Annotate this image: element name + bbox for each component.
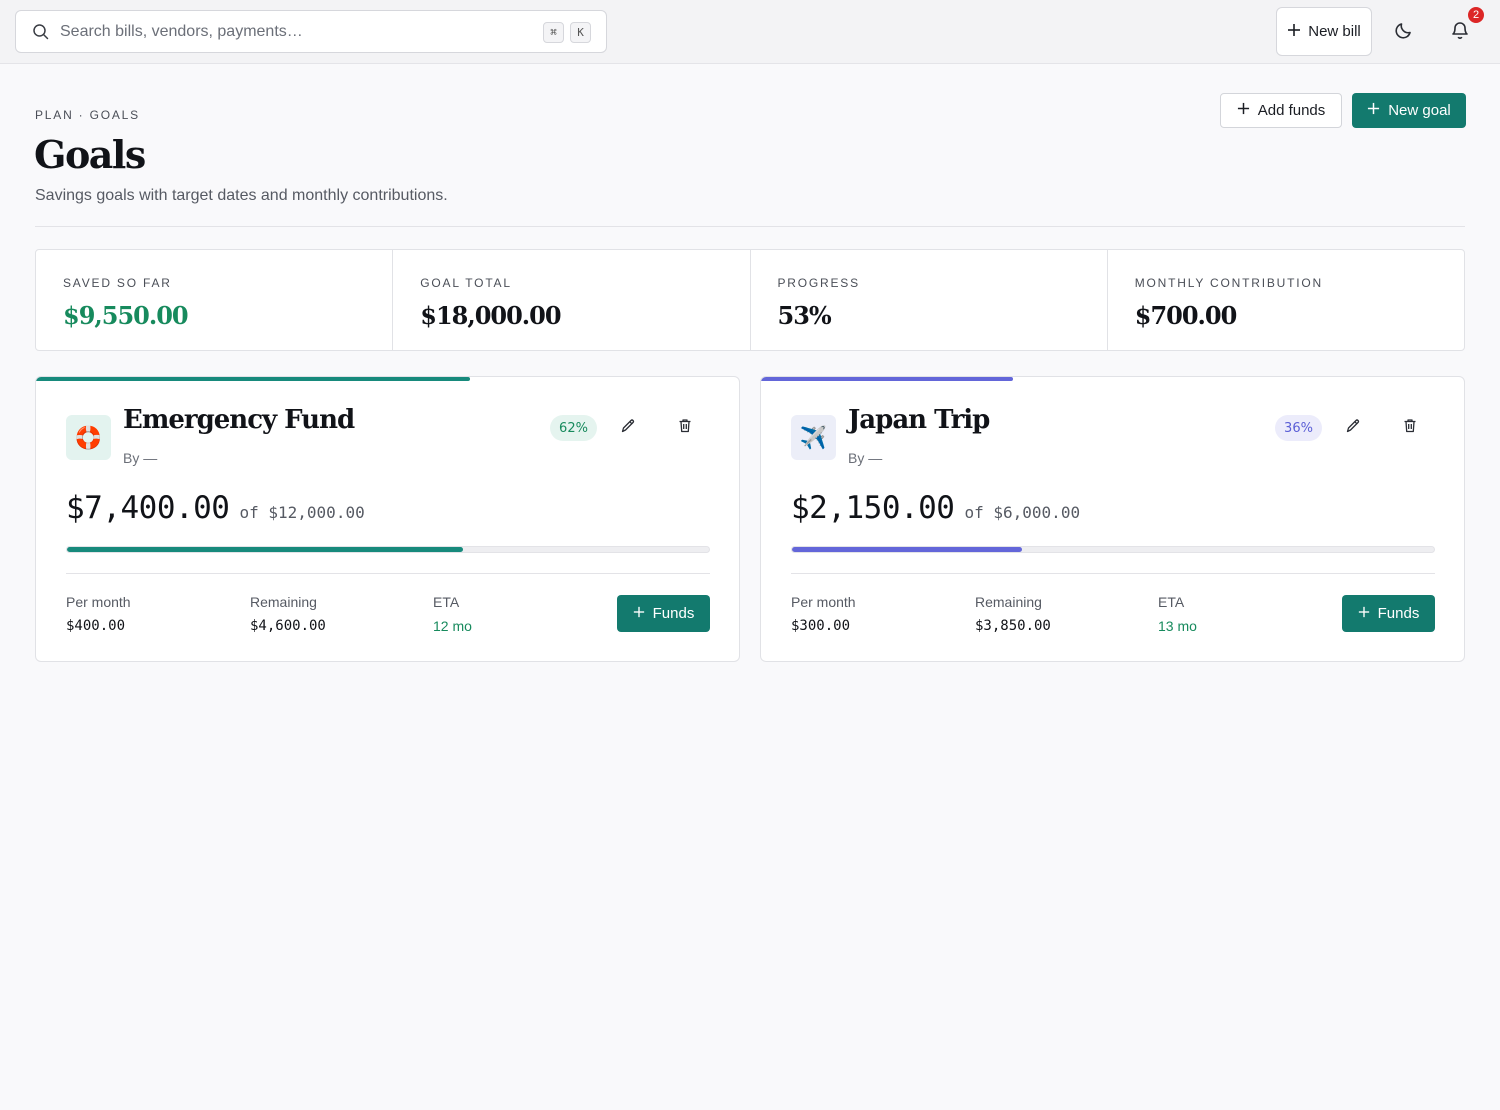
goal-name: Japan Trip [848, 405, 990, 435]
funds-label: Funds [652, 605, 695, 622]
progress-bar [791, 546, 1435, 553]
stat-label: PROGRESS [777, 276, 860, 290]
goal-card: ✈️ Japan Trip By — 36% $2,150.00 of $6,0… [760, 376, 1465, 662]
plus-icon [1367, 102, 1380, 119]
new-bill-button[interactable]: New bill [1276, 7, 1372, 56]
new-goal-button[interactable]: New goal [1352, 93, 1466, 128]
card-divider [791, 573, 1435, 574]
card-accent-bar [36, 377, 470, 381]
eta: ETA 13 mo [1158, 594, 1197, 634]
meta-value: 12 mo [433, 618, 472, 634]
meta-label: ETA [433, 594, 460, 610]
remaining: Remaining $4,600.00 [250, 594, 326, 634]
meta-value: $4,600.00 [250, 618, 326, 634]
stat-monthly-contribution: MONTHLY CONTRIBUTION $700.00 [1108, 250, 1464, 350]
add-funds-label: Add funds [1257, 102, 1326, 119]
trash-icon [678, 418, 692, 438]
meta-label: Per month [791, 594, 856, 610]
delete-goal-button[interactable] [674, 417, 696, 439]
meta-value: 13 mo [1158, 618, 1197, 634]
meta-value: $300.00 [791, 618, 851, 634]
funds-label: Funds [1377, 605, 1420, 622]
shortcut-key-k: K [570, 22, 591, 43]
shortcut-key-cmd: ⌘ [543, 22, 564, 43]
goal-card: 🛟 Emergency Fund By — 62% $7,400.00 of $… [35, 376, 740, 662]
meta-value: $3,850.00 [975, 618, 1051, 634]
add-funds-button[interactable]: Funds [617, 595, 710, 632]
eta: ETA 12 mo [433, 594, 472, 634]
meta-label: Per month [66, 594, 131, 610]
summary-stats: SAVED SO FAR $9,550.00 GOAL TOTAL $18,00… [35, 249, 1465, 351]
meta-label: Remaining [250, 594, 317, 610]
plus-icon [633, 605, 645, 622]
add-funds-button[interactable]: Add funds [1220, 93, 1342, 128]
stat-value: $700.00 [1134, 301, 1238, 330]
meta-label: Remaining [975, 594, 1042, 610]
pencil-icon [1345, 418, 1361, 439]
stat-value: $18,000.00 [420, 301, 561, 330]
search-icon [32, 23, 50, 41]
amount-row: $2,150.00 of $6,000.00 [791, 490, 1080, 526]
card-divider [66, 573, 710, 574]
stat-saved: SAVED SO FAR $9,550.00 [36, 250, 394, 350]
search-input[interactable] [60, 22, 520, 41]
per-month: Per month $400.00 [66, 594, 131, 634]
new-bill-label: New bill [1308, 23, 1361, 40]
trash-icon [1403, 418, 1417, 438]
progress-fill [792, 547, 1023, 552]
edit-goal-button[interactable] [617, 417, 639, 439]
target-amount: of $12,000.00 [239, 503, 365, 522]
meta-label: ETA [1158, 594, 1185, 610]
saved-amount: $7,400.00 [66, 490, 230, 526]
stat-label: GOAL TOTAL [420, 276, 512, 290]
moon-icon [1394, 20, 1414, 45]
target-amount: of $6,000.00 [964, 503, 1081, 522]
goal-target-date: By — [123, 450, 158, 466]
progress-fill [67, 547, 463, 552]
breadcrumb: PLAN · GOALS [35, 108, 140, 122]
amount-row: $7,400.00 of $12,000.00 [66, 490, 365, 526]
remaining: Remaining $3,850.00 [975, 594, 1051, 634]
percent-badge: 36% [1275, 415, 1322, 441]
edit-goal-button[interactable] [1342, 417, 1364, 439]
progress-bar [66, 546, 710, 553]
add-funds-button[interactable]: Funds [1342, 595, 1435, 632]
percent-badge: 62% [550, 415, 597, 441]
pencil-icon [620, 418, 636, 439]
card-accent-bar [761, 377, 1013, 381]
lifebuoy-icon: 🛟 [66, 415, 111, 460]
new-goal-label: New goal [1388, 102, 1451, 119]
stat-progress: PROGRESS 53% [751, 250, 1108, 350]
top-bar: ⌘ K New bill 2 [0, 0, 1500, 64]
plus-icon [1358, 605, 1370, 622]
stat-label: MONTHLY CONTRIBUTION [1134, 276, 1323, 290]
stat-value: $9,550.00 [63, 301, 189, 330]
goal-name: Emergency Fund [123, 405, 355, 435]
page-title: Goals [34, 132, 146, 177]
stat-value: 53% [777, 301, 832, 330]
goal-target-date: By — [848, 450, 883, 466]
stat-label: SAVED SO FAR [63, 276, 172, 290]
theme-toggle-button[interactable] [1388, 16, 1420, 48]
notification-count-badge: 2 [1467, 6, 1485, 24]
page-subtitle: Savings goals with target dates and mont… [35, 187, 448, 204]
per-month: Per month $300.00 [791, 594, 856, 634]
plus-icon [1287, 23, 1301, 41]
meta-value: $400.00 [66, 618, 126, 634]
plus-icon [1237, 102, 1250, 119]
saved-amount: $2,150.00 [791, 490, 955, 526]
bell-icon [1450, 20, 1470, 45]
stat-goal-total: GOAL TOTAL $18,000.00 [393, 250, 751, 350]
delete-goal-button[interactable] [1399, 417, 1421, 439]
search-box[interactable]: ⌘ K [15, 10, 607, 53]
airplane-icon: ✈️ [791, 415, 836, 460]
header-divider [35, 226, 1465, 227]
